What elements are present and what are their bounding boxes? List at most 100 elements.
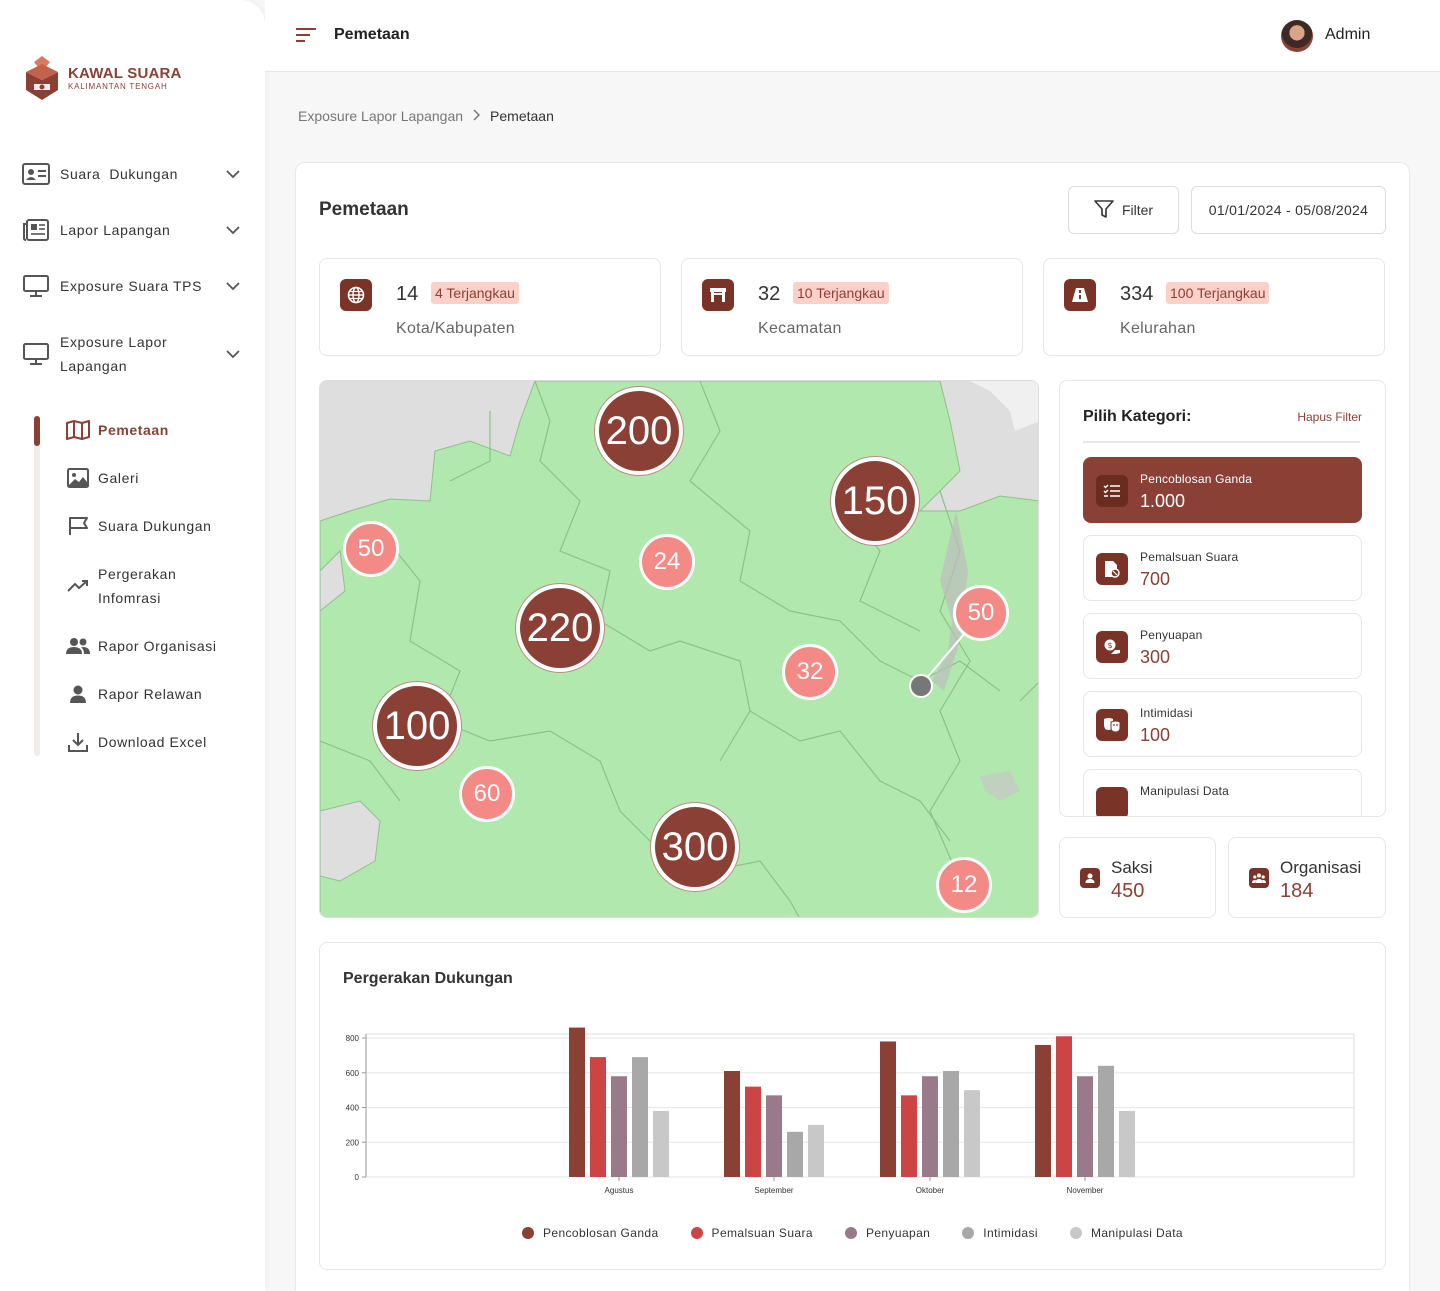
stat-label: Kota/Kabupaten [396,320,515,337]
x-tick-label: November [1067,1186,1104,1195]
y-tick-label: 0 [355,1173,360,1182]
category-name: Manipulasi Data [1140,784,1230,798]
map-cluster[interactable]: 50 [343,521,399,577]
bar-chart: 0 200 400 600 800 Agustus September Oktober Nove… [346,1027,1355,1195]
category-item-manipulasi-data[interactable]: Manipulasi Data [1083,769,1362,816]
gate-icon [702,279,734,311]
map-cluster[interactable]: 150 [831,457,919,545]
date-range-picker[interactable]: 01/01/2024 - 05/08/2024 [1191,186,1386,234]
sidebar-subitem-pemetaan[interactable]: Pemetaan [66,418,246,442]
x-tick-label: Agustus [605,1186,634,1195]
sidebar-subitem-label: Pergerakan [98,566,177,582]
sidebar: KAWAL SUARA KALIMANTAN TENGAH Suara Duku… [0,0,265,1291]
user-name[interactable]: Admin [1325,26,1370,44]
sidebar-item-label: Lapor Lapangan [60,222,171,238]
fake-doc-icon [1096,553,1128,585]
organization-icon [1249,868,1269,888]
legend-item[interactable]: Pencoblosan Ganda [521,1226,659,1240]
sidebar-item-lapor-lapangan[interactable]: Lapor Lapangan [22,218,244,242]
legend-swatch [844,1227,857,1239]
newspaper-icon [22,218,50,242]
sidebar-subitem-galeri[interactable]: Galeri [66,466,246,490]
breadcrumb-current: Pemetaan [490,108,554,124]
stat-value: 14 [396,283,419,305]
y-tick-label: 600 [346,1069,360,1078]
map-cluster[interactable]: 100 [373,682,461,770]
sidebar-subitem-pergerakan-infomrasi[interactable]: Pergerakan Infomrasi [66,562,246,610]
data-icon [1096,787,1128,816]
category-item-intimidasi[interactable]: Intimidasi 100 [1083,691,1362,757]
map-cluster[interactable]: 50 [953,585,1009,641]
bar [611,1076,627,1177]
chevron-down-icon[interactable] [226,166,240,182]
category-item-pemalsuan-suara[interactable]: Pemalsuan Suara 700 [1083,535,1362,601]
map-cluster[interactable]: 12 [936,857,992,913]
legend-label: Penyuapan [865,1226,931,1240]
avatar[interactable] [1281,20,1313,52]
bar [787,1131,803,1177]
stat-badge: 4 Terjangkau [431,282,519,304]
category-item-penyuapan[interactable]: $ Penyuapan 300 [1083,613,1362,679]
clear-filter-link[interactable]: Hapus Filter [1297,410,1362,424]
category-value: 300 [1140,647,1171,667]
globe-icon [340,279,372,311]
category-panel: Pilih Kategori: Hapus Filter Pencoblosan… [1059,380,1386,817]
y-tick-label: 200 [346,1138,360,1147]
bar [590,1057,606,1177]
monitor-icon [22,342,50,366]
bar [964,1090,980,1177]
filter-button[interactable]: Filter [1068,186,1179,234]
menu-icon[interactable] [295,27,317,48]
sidebar-subitem-rapor-relawan[interactable]: Rapor Relawan [66,682,246,706]
map-cluster[interactable]: 200 [595,387,683,475]
brand-title: KAWAL SUARA [68,64,182,82]
bar [569,1027,585,1177]
map-cluster[interactable]: 24 [639,534,695,590]
sidebar-subitem-download-excel[interactable]: Download Excel [66,730,246,754]
sidebar-item-exposure-suara-tps[interactable]: Exposure Suara TPS [22,274,244,298]
category-value: 100 [1140,725,1171,745]
plot-frame [365,1033,1355,1178]
summary-name: Organisasi [1280,858,1362,877]
sidebar-subitem-rapor-organisasi[interactable]: Rapor Organisasi [66,634,246,658]
legend-item[interactable]: Pemalsuan Suara [690,1226,813,1240]
chevron-down-icon[interactable] [226,278,240,294]
category-name: Pencoblosan Ganda [1140,472,1253,486]
sidebar-item-label-line2: Lapangan [60,358,128,374]
filter-icon [1094,199,1114,221]
legend-item[interactable]: Manipulasi Data [1069,1226,1183,1240]
map-cluster[interactable]: 32 [782,644,838,700]
map-view[interactable]: 200 150 220 100 300 50 24 50 32 60 12 [319,380,1039,918]
legend-item[interactable]: Penyuapan [844,1226,931,1240]
map-marker[interactable] [909,674,933,698]
legend-item[interactable]: Intimidasi [962,1226,1038,1240]
category-item-pencoblosan-ganda[interactable]: Pencoblosan Ganda 1.000 [1083,457,1362,523]
summary-card-organisasi: Organisasi 184 [1228,837,1386,918]
category-name: Intimidasi [1140,706,1193,720]
brand-logo[interactable]: KAWAL SUARA KALIMANTAN TENGAH [22,54,182,102]
sidebar-item-label: Suara Dukungan [60,166,178,182]
sidebar-subitem-suara-dukungan[interactable]: Suara Dukungan [66,514,246,538]
sidebar-item-suara-dukungan[interactable]: Suara Dukungan [22,162,244,186]
map-cluster[interactable]: 300 [651,803,739,891]
x-tick-label: September [754,1186,793,1195]
chevron-down-icon[interactable] [226,222,240,238]
chevron-down-icon[interactable] [226,346,240,362]
legend-label: Manipulasi Data [1090,1226,1183,1240]
breadcrumb-parent[interactable]: Exposure Lapor Lapangan [298,108,463,124]
panel-title: Pemetaan [319,199,409,220]
map-cluster[interactable]: 220 [516,584,604,672]
legend-swatch [521,1227,534,1239]
legend-swatch [962,1227,975,1239]
bar [653,1110,669,1177]
sidebar-item-exposure-lapor-lapangan[interactable]: Exposure Lapor Lapangan [22,330,244,378]
legend-label: Pencoblosan Ganda [542,1226,659,1240]
witness-icon [1080,868,1100,888]
bribe-icon: $ [1096,631,1128,663]
bar [745,1086,761,1177]
id-card-icon [22,162,50,186]
legend-swatch [690,1227,703,1239]
bar [1056,1036,1072,1177]
map-cluster[interactable]: 60 [459,766,515,822]
stat-badge: 10 Terjangkau [793,282,889,304]
